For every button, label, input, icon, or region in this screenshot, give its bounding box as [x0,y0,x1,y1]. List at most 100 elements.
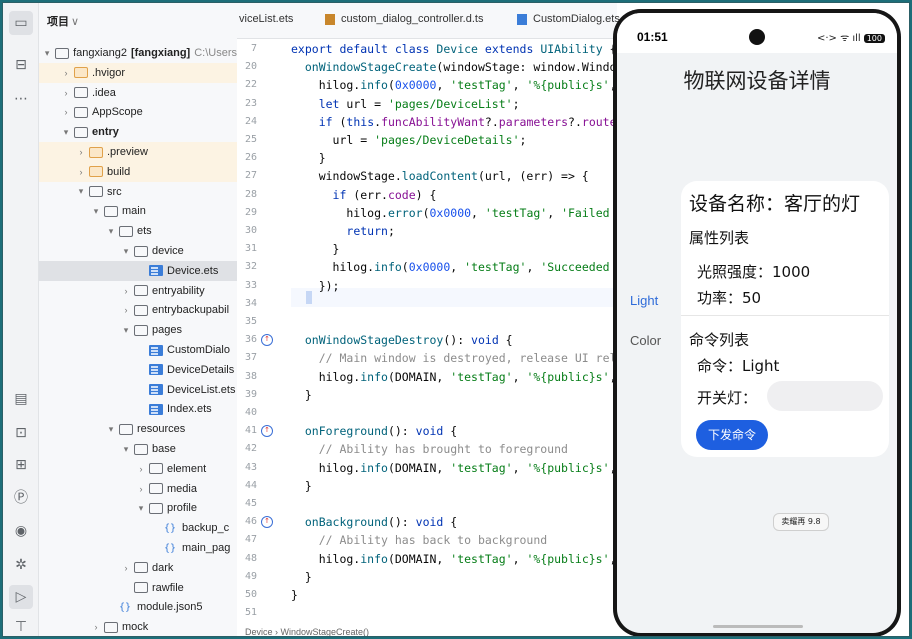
tab-customdialog[interactable]: CustomDialog.ets [517,13,620,25]
chevron-right-icon[interactable]: › [60,88,72,98]
tab-devicelist[interactable]: viceList.ets [239,13,293,25]
tree-item[interactable]: › element [39,459,237,479]
chevron-down-icon[interactable]: ▾ [105,424,117,435]
tree-item-label: module.json5 [137,601,203,614]
tree-item[interactable]: ▾ ets [39,221,237,241]
chevron-down-icon: ∨ [71,16,80,28]
chevron-right-icon[interactable]: › [120,305,132,315]
chevron-right-icon[interactable]: › [60,107,72,117]
tree-item[interactable]: › .idea [39,83,237,103]
folder-icon [89,186,103,198]
project-panel: 项目 ∨ ▾ fangxiang2 [fangxiang] C:\Users › .hvig… [39,3,237,636]
chevron-right-icon[interactable]: › [90,622,102,632]
tree-item[interactable]: {} module.json5 [39,597,237,617]
project-folder-icon[interactable]: ▭ [9,11,33,35]
tab-label: viceList.ets [239,13,294,25]
tree-item[interactable]: ▾ entry [39,122,237,142]
preview-eye-icon[interactable]: ◉ [9,519,33,543]
folder-icon [149,463,163,475]
code-line: } [291,387,312,402]
tree-item[interactable]: › .hvigor [39,62,237,83]
line-number: 35 [244,316,257,327]
chevron-down-icon[interactable]: ▾ [60,127,72,138]
chevron-down-icon[interactable]: ▾ [120,325,132,336]
debug-bug-icon[interactable]: ✲ [9,553,33,577]
chevron-right-icon[interactable]: › [135,484,147,494]
profiler-icon[interactable]: Ⓟ [9,485,33,509]
line-number: 47 [244,534,257,546]
code-line: } [291,588,298,602]
nav-item-light[interactable]: Light [630,293,658,308]
chevron-right-icon[interactable]: › [135,464,147,474]
code-line: }); [291,278,340,293]
chevron-right-icon[interactable]: › [75,167,87,177]
tree-item[interactable]: CustomDialo [39,340,237,360]
chevron-right-icon[interactable]: › [75,147,87,157]
tree-item-label: entry [92,126,119,139]
chevron-down-icon[interactable]: ▾ [120,444,132,455]
send-command-button[interactable]: 下发命令 [696,420,768,450]
layout-icon[interactable]: ⊞ [9,453,33,477]
project-panel-title[interactable]: 项目 ∨ [47,13,79,29]
tree-item[interactable]: › AppScope [39,102,237,122]
tree-item[interactable]: › entrybackupabil [39,300,237,320]
code-line: windowStage.loadContent(url, (err) => { [291,169,589,184]
chevron-down-icon[interactable]: ▾ [120,246,132,257]
terminal-icon[interactable]: ⊡ [9,421,33,445]
tree-item[interactable]: Device.ets [39,260,237,281]
tree-item[interactable]: ▾ device [39,241,237,261]
chevron-right-icon[interactable]: › [120,286,132,296]
tree-item[interactable]: Index.ets [39,399,237,419]
tree-item[interactable]: ▾ src [39,182,237,202]
run-play-icon[interactable]: ▷ [9,585,33,609]
tree-item[interactable]: › build [39,161,237,182]
code-line: onBackground(): void { [304,515,458,530]
line-number: 26 [244,152,257,164]
chevron-down-icon[interactable]: ▾ [75,186,87,197]
override-gutter-icon[interactable]: ↑ [261,425,273,438]
line-gutter: 7 20 22 23 24 25 26 27 28 29 30 31 32 33 34 35 36 ↑ 37 38 39… [237,39,291,629]
switch-input[interactable] [767,381,883,411]
chevron-down-icon[interactable]: ▾ [105,226,117,237]
tree-item-label: CustomDialo [167,344,230,356]
code-editor[interactable]: 7 20 22 23 24 25 26 27 28 29 30 31 32 33 34 35 36 ↑ 37 38 39… [237,39,617,636]
tree-item[interactable]: rawfile [39,578,237,598]
nav-item-color[interactable]: Color [630,333,661,348]
tree-item[interactable]: ▾ resources [39,419,237,439]
tab-custom-dialog-controller[interactable]: custom_dialog_controller.d.ts [325,13,483,25]
tree-item-label: backup_c [182,522,230,535]
status-icons: <·> ᯤ ıll 100 [817,30,885,44]
chevron-right-icon[interactable]: › [120,563,132,573]
chevron-down-icon[interactable]: ▾ [41,48,53,59]
line-number: 48 [244,552,257,564]
tree-item-label: dark [152,561,174,574]
code-line: onWindowStageDestroy(): void { [304,333,513,348]
chevron-right-icon[interactable]: › [60,68,72,78]
tree-item[interactable]: ▾ base [39,439,237,459]
chevron-down-icon[interactable]: ▾ [135,503,147,514]
tree-item[interactable]: ▾ pages [39,320,237,340]
tree-item[interactable]: DeviceDetails [39,360,237,380]
tree-item-label: main [122,205,146,218]
tree-item[interactable]: ▾ fangxiang2 [fangxiang] C:\Users [39,43,237,63]
override-gutter-icon[interactable]: ↑ [261,334,273,347]
tree-item-label: entryability [152,284,205,297]
todo-icon[interactable]: ▤ [9,387,33,411]
tree-item[interactable]: DeviceList.ets [39,380,237,400]
structure-icon[interactable]: ⊟ [9,53,33,77]
tree-item[interactable]: {} main_pag [39,538,237,558]
chevron-down-icon[interactable]: ▾ [90,206,102,217]
line-number: 46 [244,516,257,528]
tree-item[interactable]: ▾ main [39,201,237,221]
tree-item[interactable]: › dark [39,558,237,578]
override-gutter-icon[interactable]: ↑ [261,516,273,529]
tree-item[interactable]: › media [39,479,237,499]
tree-item[interactable]: › .preview [39,142,237,162]
tree-item[interactable]: › entryability [39,281,237,301]
hammer-icon[interactable]: ⊤ [9,615,33,636]
tree-item[interactable]: {} backup_c [39,518,237,538]
tree-item[interactable]: › mock [39,617,237,636]
camera-punch-hole [749,29,765,45]
more-icon[interactable]: ⋯ [9,87,33,111]
tree-item[interactable]: ▾ profile [39,498,237,518]
